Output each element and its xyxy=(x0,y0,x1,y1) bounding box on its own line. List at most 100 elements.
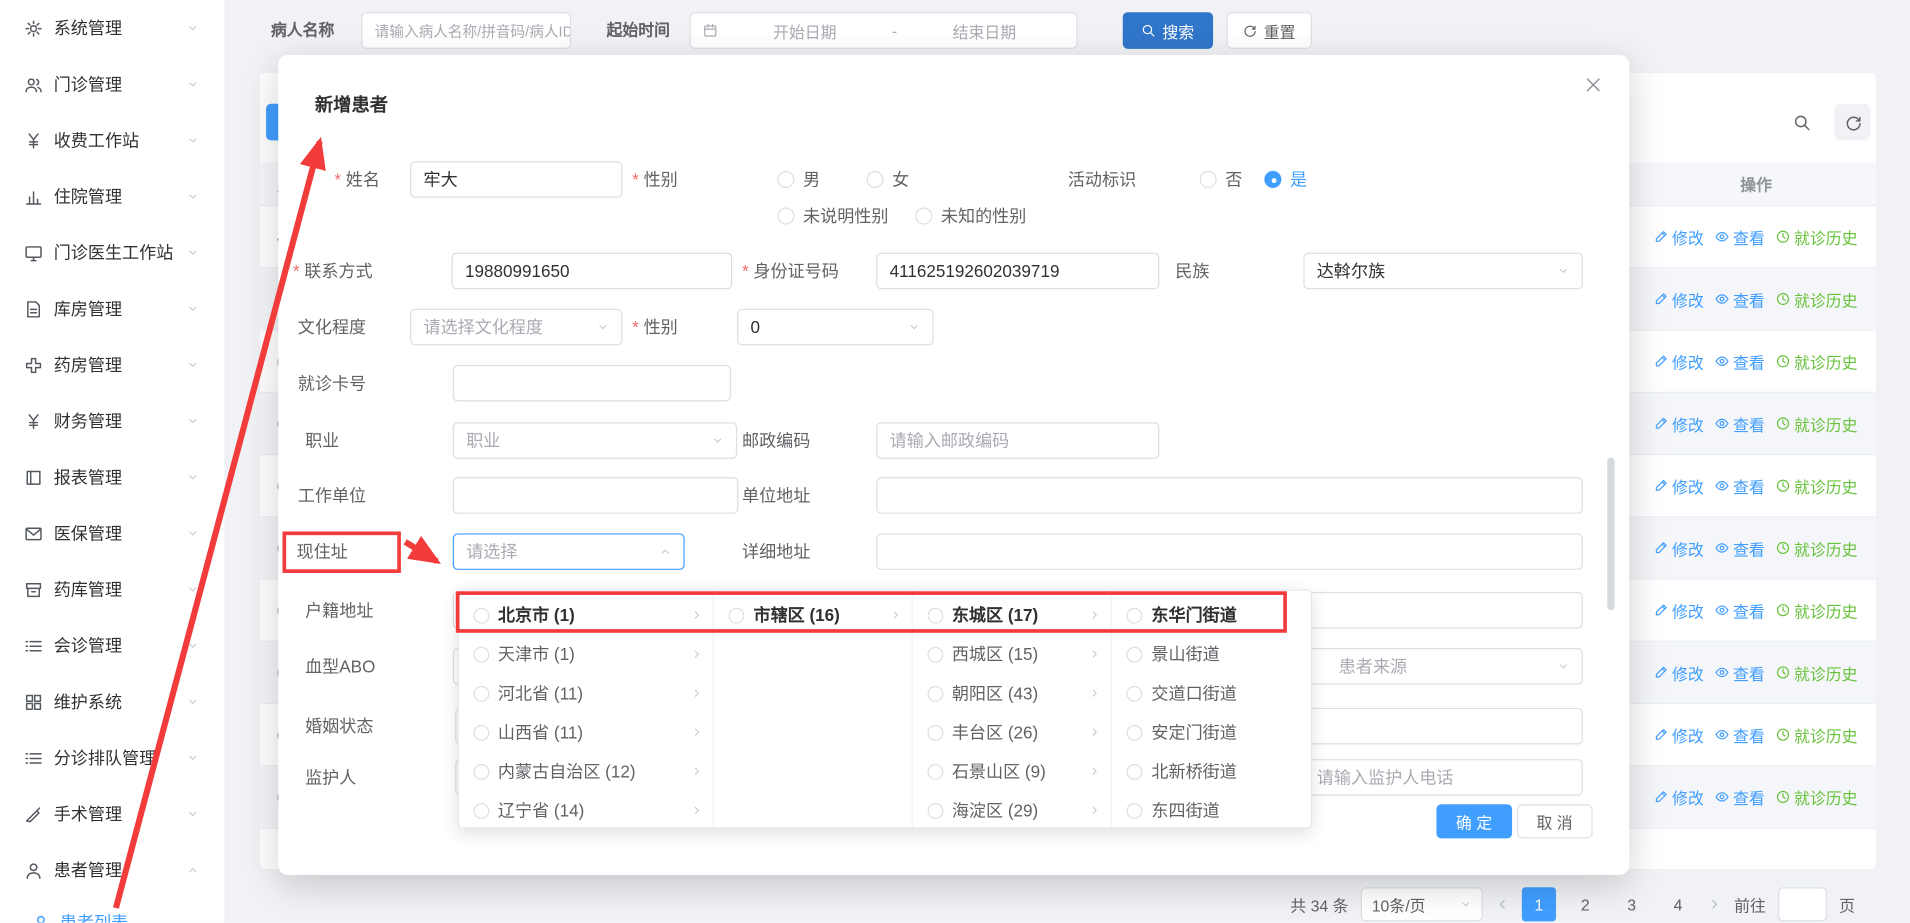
work-unit-input[interactable] xyxy=(453,477,739,514)
sidebar-item-maintenance[interactable]: 维护系统 xyxy=(0,674,225,730)
sidebar-item-system[interactable]: 系统管理 xyxy=(0,0,225,56)
sidebar-item-reports[interactable]: 报表管理 xyxy=(0,449,225,505)
page-button-4[interactable]: 4 xyxy=(1661,887,1695,921)
history-link[interactable]: 就诊历史 xyxy=(1776,287,1858,310)
reset-button[interactable]: 重置 xyxy=(1227,12,1312,49)
edit-link[interactable]: 修改 xyxy=(1654,723,1704,746)
view-link[interactable]: 查看 xyxy=(1715,723,1765,746)
sidebar-item-outpatient-doctor-station[interactable]: 门诊医生工作站 xyxy=(0,225,225,281)
next-page-button[interactable] xyxy=(1707,897,1722,912)
goto-page-input[interactable] xyxy=(1778,887,1827,921)
edit-link[interactable]: 修改 xyxy=(1654,661,1704,684)
page-button-3[interactable]: 3 xyxy=(1615,887,1649,921)
cascader-option-neimenggu[interactable]: 内蒙古自治区 (12) xyxy=(459,752,713,791)
edit-link[interactable]: 修改 xyxy=(1654,350,1704,373)
page-button-1[interactable]: 1 xyxy=(1522,887,1556,921)
cascader-option-andingmen[interactable]: 安定门街道 xyxy=(1112,713,1310,752)
sidebar-item-triage-queue[interactable]: 分诊排队管理 xyxy=(0,730,225,786)
prev-page-button[interactable] xyxy=(1495,897,1510,912)
cascader-option-fengtai[interactable]: 丰台区 (26) xyxy=(913,713,1111,752)
edit-link[interactable]: 修改 xyxy=(1654,474,1704,497)
sidebar-item-insurance[interactable]: 医保管理 xyxy=(0,505,225,561)
id-number-input[interactable]: 411625192602039719 xyxy=(876,253,1159,290)
sidebar-item-outpatient[interactable]: 门诊管理 xyxy=(0,56,225,112)
cascader-option-dongcheng[interactable]: 东城区 (17) xyxy=(913,596,1111,635)
view-link[interactable]: 查看 xyxy=(1715,287,1765,310)
close-icon[interactable] xyxy=(1580,72,1604,96)
sidebar-item-patient[interactable]: 患者管理 xyxy=(0,842,225,898)
history-link[interactable]: 就诊历史 xyxy=(1776,474,1858,497)
sidebar-item-surgery[interactable]: 手术管理 xyxy=(0,786,225,842)
view-link[interactable]: 查看 xyxy=(1715,225,1765,248)
occupation-select[interactable]: 职业 xyxy=(453,422,737,459)
history-link[interactable]: 就诊历史 xyxy=(1776,412,1858,435)
edit-link[interactable]: 修改 xyxy=(1654,412,1704,435)
sidebar-item-drug-storage[interactable]: 药库管理 xyxy=(0,561,225,617)
cascader-option-beijing[interactable]: 北京市 (1) xyxy=(459,596,713,635)
view-link[interactable]: 查看 xyxy=(1715,536,1765,559)
table-search-icon-button[interactable] xyxy=(1783,104,1820,141)
contact-input[interactable]: 19880991650 xyxy=(452,253,733,290)
cascader-option-jingshan[interactable]: 景山街道 xyxy=(1112,635,1310,674)
history-link[interactable]: 就诊历史 xyxy=(1776,350,1858,373)
gender2-select[interactable]: 0 xyxy=(737,309,933,346)
sidebar-item-inpatient[interactable]: 住院管理 xyxy=(0,168,225,224)
edit-link[interactable]: 修改 xyxy=(1654,225,1704,248)
confirm-button[interactable]: 确 定 xyxy=(1436,804,1511,838)
gender-option-unspecified[interactable]: 未说明性别 xyxy=(777,204,888,228)
cascader-option-shixiaqu[interactable]: 市辖区 (16) xyxy=(714,596,911,635)
cascader-option-tianjin[interactable]: 天津市 (1) xyxy=(459,635,713,674)
sidebar-item-warehouse[interactable]: 库房管理 xyxy=(0,281,225,337)
history-link[interactable]: 就诊历史 xyxy=(1776,599,1858,622)
view-link[interactable]: 查看 xyxy=(1715,412,1765,435)
edit-link[interactable]: 修改 xyxy=(1654,785,1704,808)
search-button[interactable]: 搜索 xyxy=(1123,12,1213,49)
cascader-option-donghuamen[interactable]: 东华门街道 xyxy=(1112,596,1310,635)
name-input[interactable]: 牢大 xyxy=(410,161,622,198)
view-link[interactable]: 查看 xyxy=(1715,599,1765,622)
active-flag-option-yes[interactable]: 是 xyxy=(1264,167,1307,191)
cascader-option-dongsi[interactable]: 东四街道 xyxy=(1112,791,1310,828)
cascader-option-hebei[interactable]: 河北省 (11) xyxy=(459,674,713,713)
visit-card-input[interactable] xyxy=(453,365,731,402)
date-range-picker[interactable]: 开始日期 - 结束日期 xyxy=(690,12,1078,49)
table-refresh-icon-button[interactable] xyxy=(1834,104,1871,141)
edit-link[interactable]: 修改 xyxy=(1654,287,1704,310)
history-link[interactable]: 就诊历史 xyxy=(1776,723,1858,746)
education-select[interactable]: 请选择文化程度 xyxy=(410,309,622,346)
cascader-option-haidian[interactable]: 海淀区 (29) xyxy=(913,791,1111,828)
cascader-option-beixinqiao[interactable]: 北新桥街道 xyxy=(1112,752,1310,791)
sidebar-item-charging-station[interactable]: 收费工作站 xyxy=(0,112,225,168)
cascader-option-chaoyang[interactable]: 朝阳区 (43) xyxy=(913,674,1111,713)
page-size-select[interactable]: 10条/页 xyxy=(1361,887,1483,921)
detail-address-input[interactable] xyxy=(876,533,1583,570)
cascader-option-jiaodaokou[interactable]: 交道口街道 xyxy=(1112,674,1310,713)
cascader-option-xicheng[interactable]: 西城区 (15) xyxy=(913,635,1111,674)
unit-address-input[interactable] xyxy=(876,477,1583,514)
sidebar-item-consultation[interactable]: 会诊管理 xyxy=(0,618,225,674)
edit-link[interactable]: 修改 xyxy=(1654,536,1704,559)
page-button-2[interactable]: 2 xyxy=(1568,887,1602,921)
modal-scrollbar-thumb[interactable] xyxy=(1607,458,1614,611)
gender-option-female[interactable]: 女 xyxy=(866,167,909,191)
current-address-cascader-select[interactable]: 请选择 xyxy=(453,533,685,570)
view-link[interactable]: 查看 xyxy=(1715,785,1765,808)
cascader-option-liaoning[interactable]: 辽宁省 (14) xyxy=(459,791,713,828)
active-flag-option-no[interactable]: 否 xyxy=(1200,167,1243,191)
history-link[interactable]: 就诊历史 xyxy=(1776,661,1858,684)
view-link[interactable]: 查看 xyxy=(1715,661,1765,684)
gender-option-unknown[interactable]: 未知的性别 xyxy=(915,204,1026,228)
sidebar-item-patient-list[interactable]: 患者列表 xyxy=(0,898,225,922)
patient-name-input[interactable]: 请输入病人名称/拼音码/病人ID xyxy=(361,12,571,49)
cascader-option-shijingshan[interactable]: 石景山区 (9) xyxy=(913,752,1111,791)
ethnicity-select[interactable]: 达斡尔族 xyxy=(1303,253,1582,290)
history-link[interactable]: 就诊历史 xyxy=(1776,225,1858,248)
cascader-option-shanxi[interactable]: 山西省 (11) xyxy=(459,713,713,752)
postal-code-input[interactable]: 请输入邮政编码 xyxy=(876,422,1159,459)
sidebar-item-finance[interactable]: 财务管理 xyxy=(0,393,225,449)
view-link[interactable]: 查看 xyxy=(1715,474,1765,497)
sidebar-item-pharmacy[interactable]: 药房管理 xyxy=(0,337,225,393)
view-link[interactable]: 查看 xyxy=(1715,350,1765,373)
history-link[interactable]: 就诊历史 xyxy=(1776,785,1858,808)
history-link[interactable]: 就诊历史 xyxy=(1776,536,1858,559)
